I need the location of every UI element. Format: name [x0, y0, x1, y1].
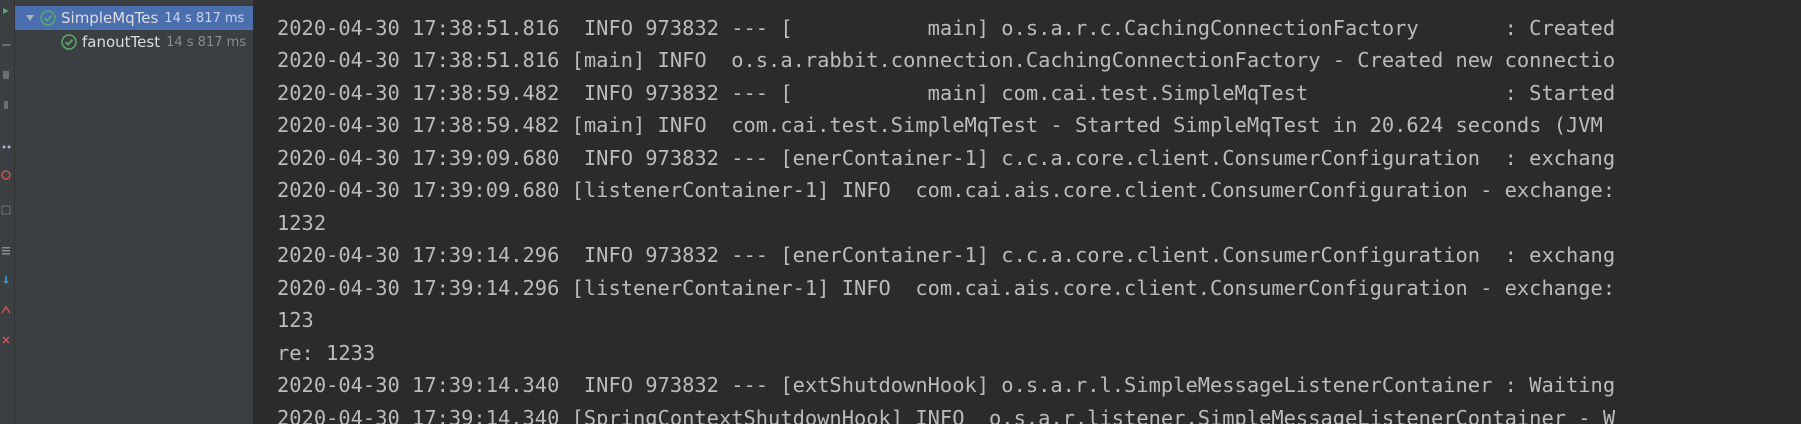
tree-item-duration: 14 s 817 ms	[166, 34, 247, 50]
expand-all-icon[interactable]	[1, 305, 11, 315]
tree-item-test-method[interactable]: fanoutTest 14 s 817 ms	[15, 30, 253, 54]
check-circle-icon	[40, 10, 56, 26]
run-toolbar	[0, 0, 15, 424]
console-line: 2020-04-30 17:38:51.816 INFO 973832 --- …	[277, 16, 1616, 40]
console-line: 2020-04-30 17:39:14.296 [listenerContain…	[277, 276, 1616, 300]
list-icon[interactable]	[1, 245, 11, 255]
console-line: re: 1233	[277, 341, 376, 365]
separator-icon	[2, 44, 10, 46]
tree-item-label: SimpleMqTes	[61, 9, 159, 27]
tree-item-label: fanoutTest	[82, 33, 161, 51]
rerun-icon[interactable]	[1, 6, 11, 16]
console-line: 123	[277, 308, 314, 332]
console-output[interactable]: 2020-04-30 17:38:51.816 INFO 973832 --- …	[254, 0, 1801, 424]
console-line: 2020-04-30 17:38:59.482 [main] INFO com.…	[277, 113, 1603, 137]
console-line: 2020-04-30 17:39:14.296 INFO 973832 --- …	[277, 243, 1616, 267]
test-results-tree: SimpleMqTes 14 s 817 ms fanoutTest 14 s …	[15, 0, 254, 424]
console-line: 2020-04-30 17:39:14.340 INFO 973832 --- …	[277, 373, 1616, 397]
dots-icon[interactable]	[1, 142, 11, 152]
console-line: 2020-04-30 17:39:09.680 INFO 973832 --- …	[277, 146, 1616, 170]
record-icon[interactable]	[1, 170, 11, 180]
console-line: 2020-04-30 17:39:14.340 [SpringContextSh…	[277, 406, 1616, 424]
pin-icon[interactable]	[1, 100, 11, 110]
console-line: 1232	[277, 211, 327, 235]
stop-icon[interactable]	[1, 70, 11, 80]
check-circle-icon	[61, 34, 77, 50]
sort-icon[interactable]	[1, 275, 11, 285]
collapse-all-icon[interactable]	[1, 335, 11, 345]
triangle-down-icon[interactable]	[23, 11, 37, 25]
console-line: 2020-04-30 17:38:51.816 [main] INFO o.s.…	[277, 48, 1616, 72]
console-line: 2020-04-30 17:39:09.680 [listenerContain…	[277, 178, 1616, 202]
layout-icon[interactable]	[1, 205, 11, 215]
console-line: 2020-04-30 17:38:59.482 INFO 973832 --- …	[277, 81, 1616, 105]
tree-item-duration: 14 s 817 ms	[164, 10, 245, 26]
tree-item-test-class[interactable]: SimpleMqTes 14 s 817 ms	[15, 6, 253, 30]
